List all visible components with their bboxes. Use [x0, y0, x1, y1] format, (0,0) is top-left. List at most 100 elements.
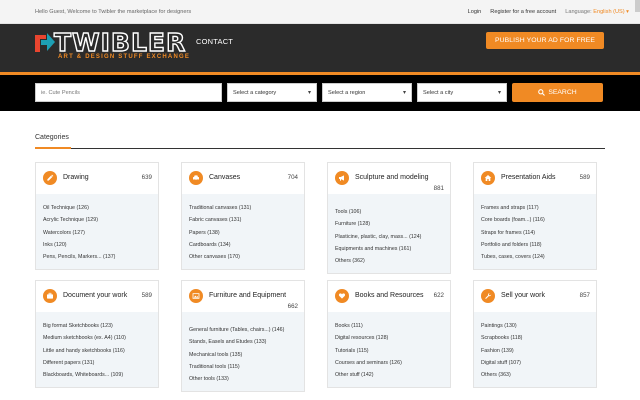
category-card-header[interactable]: Canvases 704: [182, 163, 304, 194]
register-link[interactable]: Register for a free account: [490, 9, 556, 15]
subcategory-link[interactable]: Core boards (foam...) (116): [481, 214, 590, 226]
subcategory-link[interactable]: Tutorials (115): [335, 345, 444, 357]
category-name[interactable]: Books and Resources: [355, 292, 423, 299]
keyword-placeholder: ie. Cute Pencils: [41, 89, 80, 96]
subcategory-link[interactable]: Scrapbooks (118): [481, 332, 590, 344]
subcategory-link[interactable]: Fashion (139): [481, 345, 590, 357]
category-name[interactable]: Sell your work: [501, 292, 545, 299]
subcategory-link[interactable]: Cardboards (134): [189, 239, 298, 251]
subcategory-link[interactable]: Portfolio and folders (118): [481, 239, 590, 251]
subcategory-link[interactable]: Furniture (128): [335, 218, 444, 230]
subcategory-link[interactable]: Equipments and machines (161): [335, 243, 444, 255]
search-button-label: SEARCH: [548, 89, 577, 96]
subcategory-link[interactable]: Oil Technique (126): [43, 202, 152, 214]
subcategory-link[interactable]: Traditional tools (115): [189, 361, 298, 373]
subcategory-link[interactable]: Paintings (130): [481, 320, 590, 332]
region-select-value: Select a region: [328, 89, 366, 96]
subcategory-list: Paintings (130) Scrapbooks (118) Fashion (…: [474, 312, 596, 388]
subcategory-list: Frames and straps (117) Core boards (foam…: [474, 194, 596, 270]
region-select[interactable]: Select a region ▾: [322, 83, 412, 102]
subcategory-link[interactable]: Blackboards, Whiteboards... (109): [43, 369, 152, 381]
subcategory-link[interactable]: Courses and seminars (126): [335, 357, 444, 369]
subcategory-link[interactable]: Papers (138): [189, 227, 298, 239]
subcategory-link[interactable]: Medium sketchbooks (ex. A4) (110): [43, 332, 152, 344]
heart-icon: [335, 289, 349, 303]
category-name[interactable]: Sculpture and modeling: [355, 174, 429, 181]
site-logo[interactable]: TWIBLER ART & DESIGN STUFF EXCHANGE: [34, 27, 191, 61]
category-select[interactable]: Select a category ▾: [227, 83, 317, 102]
category-card: Furniture and Equipment 662 General furnit…: [181, 280, 305, 393]
subcategory-link[interactable]: Little and handy sketchbooks (116): [43, 345, 152, 357]
subcategory-link[interactable]: Mechanical tools (135): [189, 349, 298, 361]
subcategory-link[interactable]: General furniture (Tables, chairs...) (1…: [189, 324, 298, 336]
subcategory-link[interactable]: Pens, Pencils, Markers... (137): [43, 251, 152, 263]
publish-ad-button[interactable]: PUBLISH YOUR AD FOR FREE: [486, 32, 604, 49]
subcategory-link[interactable]: Other canvases (170): [189, 251, 298, 263]
category-count: 662: [287, 303, 298, 310]
subcategory-link[interactable]: Fabric canvases (131): [189, 214, 298, 226]
category-card: Sculpture and modeling 881 Tools (106) Furn…: [327, 162, 451, 275]
category-count: 589: [579, 174, 590, 181]
subcategory-link[interactable]: Traditional canvases (131): [189, 202, 298, 214]
category-name[interactable]: Presentation Aids: [501, 174, 555, 181]
category-card: Sell your work 857 Paintings (130) Scrapboo…: [473, 280, 597, 389]
megaphone-icon: [335, 171, 349, 185]
subcategory-link[interactable]: Tools (106): [335, 206, 444, 218]
nav-contact-link[interactable]: CONTACT: [196, 37, 233, 46]
subcategory-link[interactable]: Tubes, cases, covers (124): [481, 251, 590, 263]
category-card-header[interactable]: Document your work 589: [36, 281, 158, 312]
subcategory-link[interactable]: Inks (120): [43, 239, 152, 251]
logo-tagline: ART & DESIGN STUFF EXCHANGE: [58, 54, 191, 60]
subcategory-list: Oil Technique (126) Acrylic Technique (12…: [36, 194, 158, 270]
keyword-search-input[interactable]: ie. Cute Pencils: [35, 83, 222, 102]
city-select[interactable]: Select a city ▾: [417, 83, 507, 102]
language-label: Language:: [565, 9, 592, 15]
category-count: 589: [141, 292, 152, 299]
category-card-header[interactable]: Sell your work 857: [474, 281, 596, 312]
subcategory-link[interactable]: Books (111): [335, 320, 444, 332]
language-value[interactable]: English (US) ▾: [593, 9, 629, 15]
search-button[interactable]: SEARCH: [512, 83, 603, 102]
category-card: Drawing 639 Oil Technique (126) Acrylic Tec…: [35, 162, 159, 271]
subcategory-link[interactable]: Straps for frames (114): [481, 227, 590, 239]
category-count: 881: [433, 185, 444, 192]
category-card: Document your work 589 Big format Sketchbo…: [35, 280, 159, 389]
category-name[interactable]: Furniture and Equipment: [209, 292, 286, 299]
subcategory-link[interactable]: Others (362): [335, 255, 444, 267]
subcategory-link[interactable]: Acrylic Technique (129): [43, 214, 152, 226]
subcategory-list: Big format Sketchbooks (123) Medium sketc…: [36, 312, 158, 388]
wrench-icon: [481, 289, 495, 303]
category-count: 639: [141, 174, 152, 181]
category-name[interactable]: Canvases: [209, 174, 240, 181]
subcategory-link[interactable]: Plasticine, plastic, clay, mass... (124): [335, 231, 444, 243]
category-name[interactable]: Drawing: [63, 174, 89, 181]
language-switcher[interactable]: Language: English (US) ▾: [565, 9, 629, 15]
category-card-header[interactable]: Sculpture and modeling 881: [328, 163, 450, 194]
subcategory-list: Tools (106) Furniture (128) Plasticine, pl…: [328, 194, 450, 274]
subcategory-link[interactable]: Stands, Easels and Etudes (133): [189, 336, 298, 348]
category-card-header[interactable]: Books and Resources 622: [328, 281, 450, 312]
logo-mark-icon: [35, 33, 55, 52]
subcategory-link[interactable]: Digital resources (128): [335, 332, 444, 344]
subcategory-link[interactable]: Others (363): [481, 369, 590, 381]
categories-divider-accent: [35, 147, 71, 149]
category-card-header[interactable]: Presentation Aids 589: [474, 163, 596, 194]
category-card: Presentation Aids 589 Frames and straps (1…: [473, 162, 597, 271]
subcategory-link[interactable]: Digital stuff (107): [481, 357, 590, 369]
subcategory-link[interactable]: Other stuff (142): [335, 369, 444, 381]
category-count: 622: [433, 292, 444, 299]
subcategory-link[interactable]: Watercolors (127): [43, 227, 152, 239]
subcategory-link[interactable]: Different papers (131): [43, 357, 152, 369]
chevron-down-icon: ▾: [402, 90, 406, 96]
subcategory-list: Books (111) Digital resources (128) Tutori…: [328, 312, 450, 388]
category-card-header[interactable]: Furniture and Equipment 662: [182, 281, 304, 312]
category-card: Books and Resources 622 Books (111) Digital…: [327, 280, 451, 389]
scrollbar-thumb[interactable]: [635, 0, 640, 12]
subcategory-link[interactable]: Big format Sketchbooks (123): [43, 320, 152, 332]
login-link[interactable]: Login: [468, 9, 482, 15]
category-name[interactable]: Document your work: [63, 292, 127, 299]
subcategory-link[interactable]: Other tools (133): [189, 373, 298, 385]
category-card-header[interactable]: Drawing 639: [36, 163, 158, 194]
top-bar: Hello Guest, Welcome to Twibler the mark…: [0, 0, 640, 24]
subcategory-link[interactable]: Frames and straps (117): [481, 202, 590, 214]
